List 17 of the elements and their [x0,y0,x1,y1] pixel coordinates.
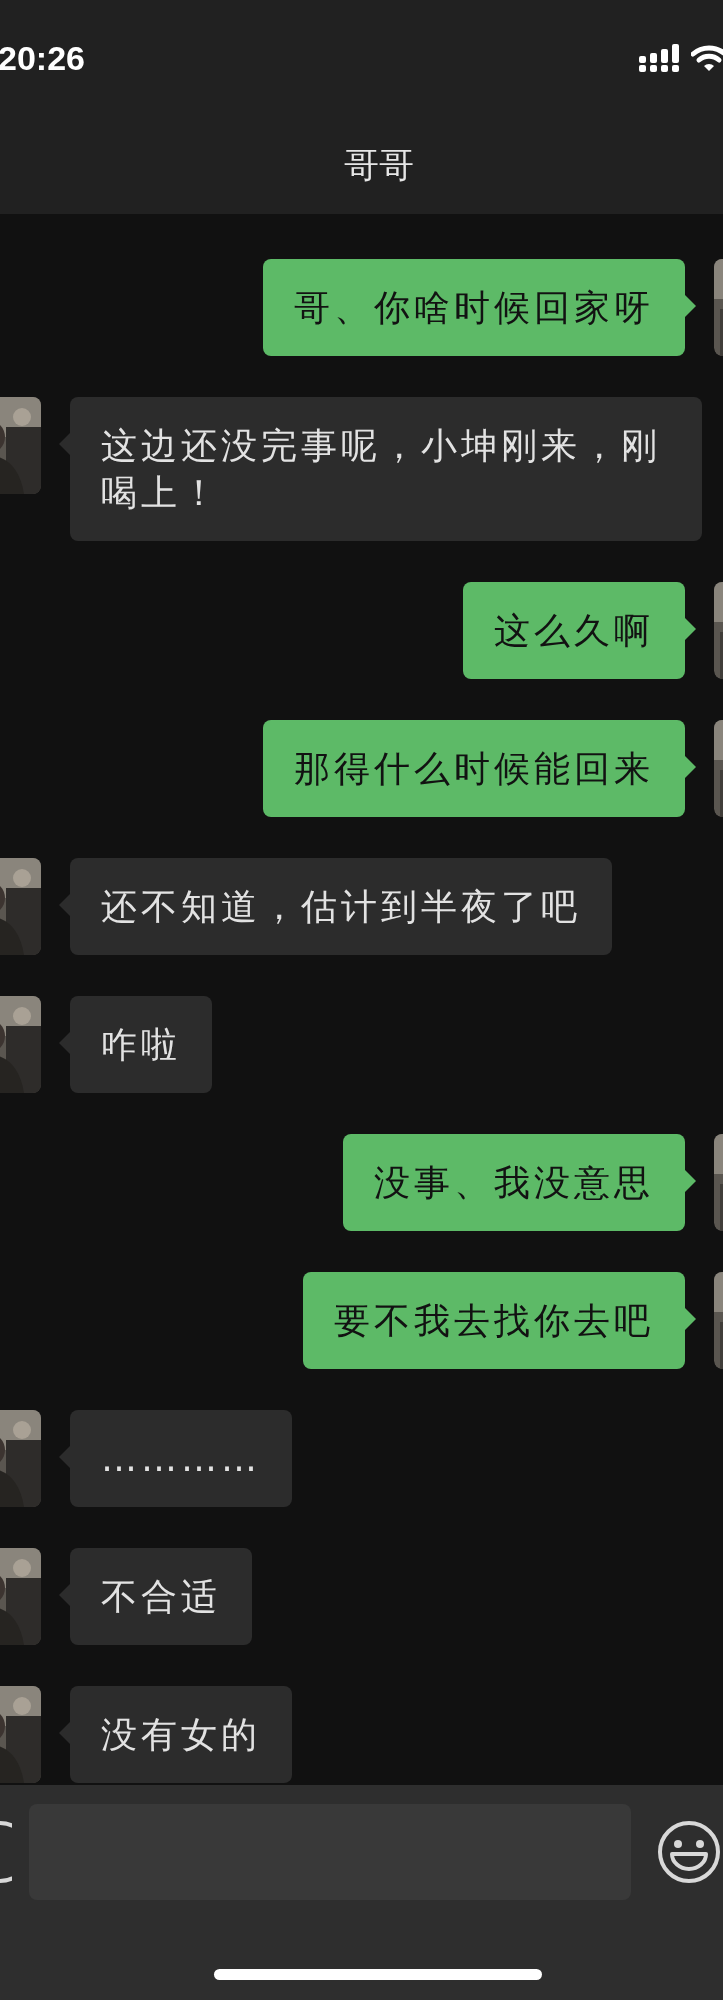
bubble-tail [59,894,70,916]
emoji-icon[interactable] [657,1820,721,1884]
bubble-tail [685,756,696,778]
bubble-tail [59,1032,70,1054]
bubble-tail [59,1722,70,1744]
bubble-tail [685,1170,696,1192]
bubble-tail [685,295,696,317]
wifi-icon [691,44,723,72]
chat-title: 哥哥 [343,143,414,187]
bubble-tail [59,1584,70,1606]
bubble-tail [59,1446,70,1468]
signal-icon [639,44,679,72]
bubble-tail [685,1308,696,1330]
status-time: 20:26 [0,38,85,78]
bubble-tail [685,618,696,640]
voice-icon[interactable] [0,1820,12,1884]
bubble-tail [59,433,70,455]
